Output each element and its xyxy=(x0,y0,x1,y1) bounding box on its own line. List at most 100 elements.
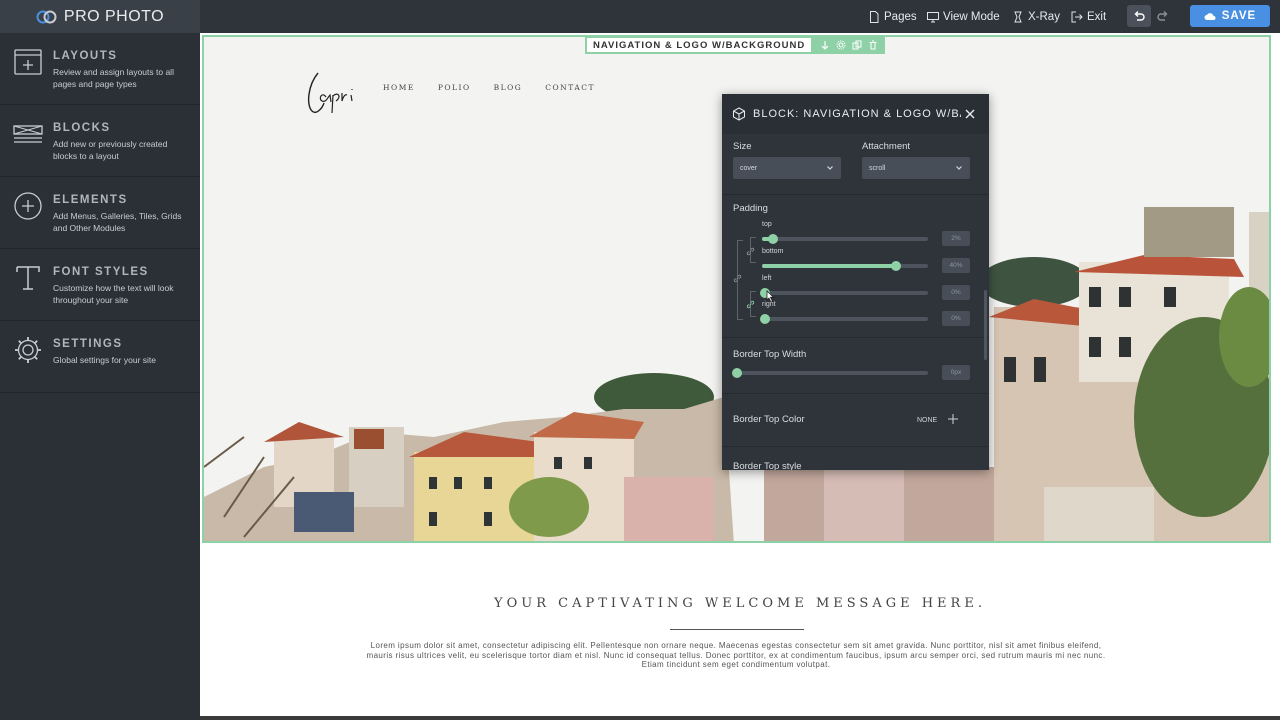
padding-left-label: left xyxy=(762,275,772,282)
sidebar-item-title: LAYOUTS xyxy=(53,50,118,62)
padding-right-slider[interactable] xyxy=(760,314,928,324)
cloud-icon xyxy=(1204,13,1216,20)
padding-bottom-value[interactable]: 40% xyxy=(942,258,970,273)
panel-header[interactable]: BLOCK: NAVIGATION & LOGO W/BACKGROUND xyxy=(722,94,989,134)
border-top-width-label: Border Top Width xyxy=(733,349,807,360)
size-label: Size xyxy=(733,141,752,152)
undo-button[interactable] xyxy=(1127,5,1151,27)
border-top-style-label: Border Top style xyxy=(733,461,802,470)
attachment-select[interactable]: scroll xyxy=(862,157,970,179)
sidebar: LAYOUTS Review and assign layouts to all… xyxy=(0,33,200,720)
undo-icon xyxy=(1134,11,1145,21)
cursor-icon xyxy=(766,290,775,303)
cube-icon xyxy=(733,107,745,121)
block-settings-panel: BLOCK: NAVIGATION & LOGO W/BACKGROUND Si… xyxy=(722,94,989,470)
copy-icon[interactable] xyxy=(849,40,865,50)
attachment-select-value: scroll xyxy=(869,164,886,172)
exit-icon xyxy=(1071,11,1083,22)
brand-logo[interactable]: PRO PHOTO xyxy=(0,0,200,33)
save-label: SAVE xyxy=(1221,10,1257,22)
layout-icon xyxy=(14,49,42,75)
padding-bottom-label: bottom xyxy=(762,248,784,255)
sidebar-item-font-styles[interactable]: FONT STYLES Customize how the text will … xyxy=(0,249,200,321)
padding-left-value[interactable]: 0% xyxy=(942,285,970,300)
next-block-edge xyxy=(200,716,1280,720)
slider-handle[interactable] xyxy=(891,261,902,271)
sidebar-item-layouts[interactable]: LAYOUTS Review and assign layouts to all… xyxy=(0,33,200,105)
sidebar-item-desc: Global settings for your site xyxy=(53,355,156,365)
sidebar-item-desc: Review and assign layouts to all pages a… xyxy=(53,67,174,89)
trash-icon[interactable] xyxy=(865,40,881,50)
welcome-body-text: Lorem ipsum dolor sit amet, consectetur … xyxy=(366,641,1106,669)
brand-name: PRO PHOTO xyxy=(63,7,165,25)
exit-label: Exit xyxy=(1087,10,1107,23)
redo-icon xyxy=(1157,11,1168,21)
sidebar-item-elements[interactable]: ELEMENTS Add Menus, Galleries, Tiles, Gr… xyxy=(0,177,200,249)
site-navigation: HOME POLIO BLOG CONTACT xyxy=(383,83,618,92)
site-logo[interactable] xyxy=(304,65,360,117)
sidebar-item-desc: Customize how the text will look through… xyxy=(53,283,174,305)
chevron-down-icon xyxy=(956,166,962,170)
padding-bottom-slider[interactable] xyxy=(762,261,928,271)
xray-label: X-Ray xyxy=(1028,10,1060,23)
panel-title: BLOCK: NAVIGATION & LOGO W/BACKGROUND xyxy=(753,108,961,120)
close-icon[interactable] xyxy=(963,107,977,121)
padding-top-value[interactable]: 2% xyxy=(942,231,970,246)
exit-button[interactable]: Exit xyxy=(1071,0,1106,33)
padding-top-slider[interactable] xyxy=(762,234,928,244)
gear-icon[interactable] xyxy=(833,40,849,50)
slider-handle[interactable] xyxy=(768,234,779,244)
padding-label: Padding xyxy=(733,203,768,214)
block-name-label[interactable]: NAVIGATION & LOGO W/BACKGROUND xyxy=(585,36,814,54)
padding-right-value[interactable]: 0% xyxy=(942,311,970,326)
pages-label: Pages xyxy=(884,10,917,23)
history-controls xyxy=(1127,5,1175,27)
divider xyxy=(722,337,989,338)
divider xyxy=(670,629,804,630)
xray-icon xyxy=(1014,11,1022,22)
gear-icon xyxy=(15,337,41,363)
view-mode-button[interactable]: View Mode xyxy=(927,0,1000,33)
nav-link-blog[interactable]: BLOG xyxy=(494,83,523,92)
slider-handle[interactable] xyxy=(732,368,742,378)
size-select-value: cover xyxy=(740,164,758,172)
block-tools xyxy=(813,36,886,54)
slider-fill xyxy=(762,264,894,268)
nav-link-home[interactable]: HOME xyxy=(383,83,415,92)
link-icon[interactable] xyxy=(733,274,742,283)
border-top-width-value[interactable]: 0px xyxy=(942,365,970,380)
welcome-heading: YOUR CAPTIVATING WELCOME MESSAGE HERE. xyxy=(494,596,986,611)
top-toolbar: PRO PHOTO Pages View Mode X-Ray Exit SAV… xyxy=(0,0,1280,33)
capri-signature-logo xyxy=(307,72,353,114)
move-down-icon[interactable] xyxy=(817,40,833,50)
border-top-color-value[interactable]: NONE xyxy=(917,417,937,424)
padding-left-slider[interactable] xyxy=(760,288,928,298)
padding-top-label: top xyxy=(762,221,772,228)
divider xyxy=(722,194,989,195)
divider xyxy=(722,446,989,447)
nav-link-polio[interactable]: POLIO xyxy=(438,83,471,92)
xray-button[interactable]: X-Ray xyxy=(1012,0,1060,33)
redo-button[interactable] xyxy=(1151,5,1175,27)
sidebar-item-settings[interactable]: SETTINGS Global settings for your site xyxy=(0,321,200,393)
sidebar-item-desc: Add new or previously created blocks to … xyxy=(53,139,168,161)
block-label-bar: NAVIGATION & LOGO W/BACKGROUND xyxy=(585,36,886,54)
panel-scrollbar[interactable] xyxy=(984,290,987,360)
size-select[interactable]: cover xyxy=(733,157,841,179)
sidebar-item-blocks[interactable]: BLOCKS Add new or previously created blo… xyxy=(0,105,200,177)
link-icon[interactable] xyxy=(746,247,755,256)
pages-button[interactable]: Pages xyxy=(868,0,917,33)
add-color-icon[interactable] xyxy=(948,414,958,424)
sidebar-item-title: SETTINGS xyxy=(53,338,123,350)
blocks-icon xyxy=(13,125,43,143)
attachment-label: Attachment xyxy=(862,141,911,152)
border-top-width-slider[interactable] xyxy=(732,368,928,378)
sidebar-item-title: ELEMENTS xyxy=(53,194,128,206)
link-icon[interactable] xyxy=(746,300,755,309)
save-button[interactable]: SAVE xyxy=(1190,5,1270,27)
prophoto-logo-icon xyxy=(36,10,57,23)
sidebar-item-desc: Add Menus, Galleries, Tiles, Grids and O… xyxy=(53,211,182,233)
slider-handle[interactable] xyxy=(760,314,770,324)
border-top-color-label: Border Top Color xyxy=(733,414,805,425)
nav-link-contact[interactable]: CONTACT xyxy=(545,83,595,92)
